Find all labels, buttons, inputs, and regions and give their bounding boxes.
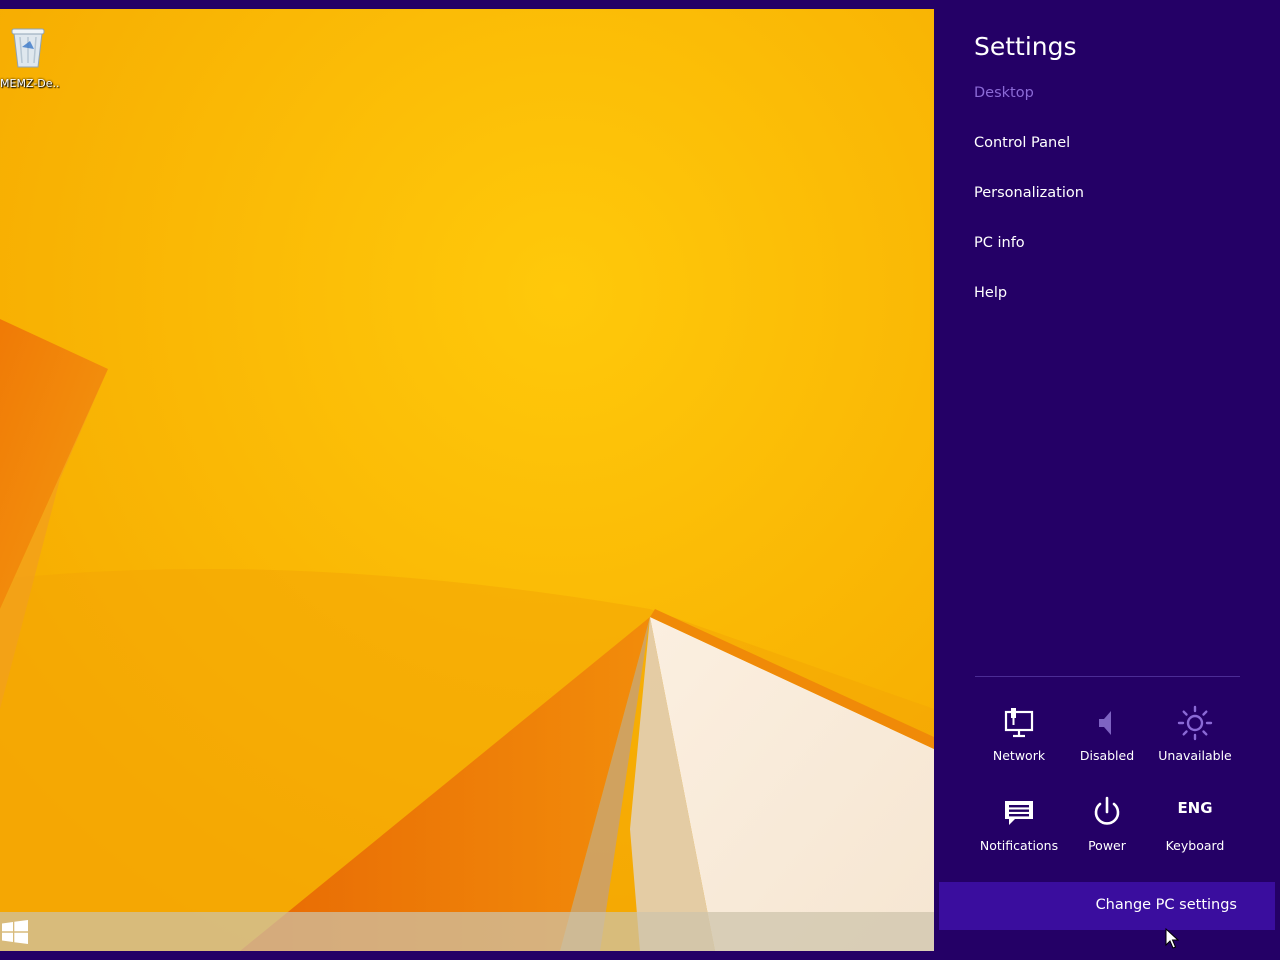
brightness-icon [1177, 705, 1213, 741]
menu-item-help[interactable]: Help [974, 285, 1007, 301]
start-button[interactable] [2, 920, 28, 944]
mouse-cursor-icon [1165, 928, 1179, 949]
menu-item-control-panel[interactable]: Control Panel [974, 135, 1070, 151]
network-label: Network [992, 748, 1046, 763]
menu-item-personalization[interactable]: Personalization [974, 185, 1084, 201]
desktop[interactable]: MEMZ-De... [0, 9, 934, 951]
notifications-tile[interactable]: Notifications [975, 795, 1063, 867]
windows-logo-icon [2, 920, 28, 944]
power-label: Power [1088, 838, 1126, 853]
volume-tile[interactable]: Disabled [1063, 705, 1151, 777]
menu-item-pc-info[interactable]: PC info [974, 235, 1025, 251]
change-pc-settings-label: Change PC settings [1095, 897, 1237, 913]
change-pc-settings-button[interactable]: Change PC settings [939, 882, 1275, 930]
taskbar [0, 912, 934, 951]
settings-charm-panel: Settings Desktop Control Panel Personali… [934, 0, 1280, 960]
volume-label: Disabled [1079, 748, 1135, 763]
notifications-label: Notifications [979, 838, 1059, 853]
brightness-tile[interactable]: Unavailable [1151, 705, 1239, 777]
keyboard-language-text: ENG [1177, 799, 1213, 817]
recycle-bin-label: MEMZ-De... [0, 77, 60, 90]
volume-icon [1099, 711, 1111, 735]
network-tile[interactable]: Network [975, 705, 1063, 777]
notifications-icon [1005, 801, 1033, 825]
charm-subtitle: Desktop [974, 85, 1034, 101]
keyboard-label: Keyboard [1165, 838, 1225, 853]
divider [975, 676, 1240, 677]
recycle-bin-desktop-icon[interactable]: MEMZ-De... [0, 23, 60, 93]
charm-title: Settings [974, 32, 1077, 61]
power-icon [1094, 796, 1120, 825]
brightness-label: Unavailable [1158, 748, 1232, 763]
power-tile[interactable]: Power [1063, 795, 1151, 867]
network-icon [1004, 708, 1034, 738]
wallpaper [0, 9, 934, 951]
keyboard-tile[interactable]: ENG Keyboard [1151, 795, 1239, 867]
recycle-bin-icon [11, 28, 45, 68]
